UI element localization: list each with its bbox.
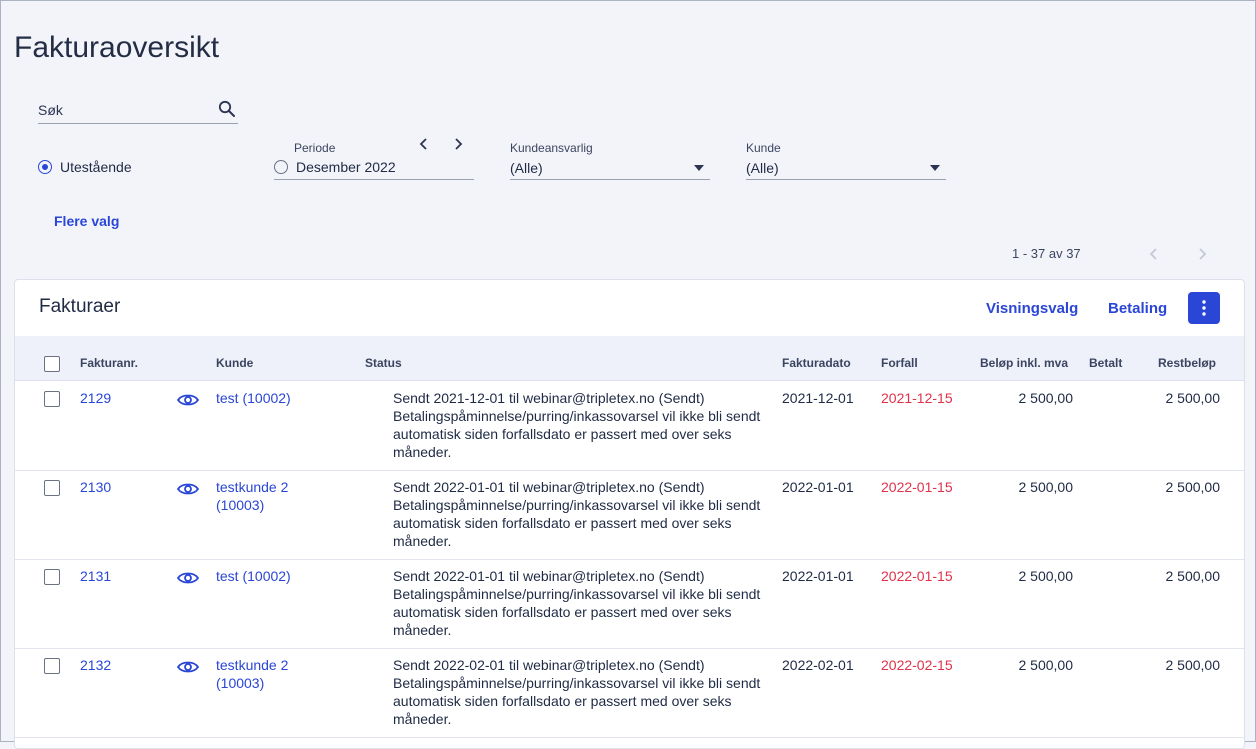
eye-icon[interactable] [176,660,200,679]
status-sent: Sendt 2021-12-01 til webinar@tripletex.n… [393,390,705,406]
status-text: Sendt 2022-01-01 til webinar@tripletex.n… [393,567,773,639]
customer-link[interactable]: testkunde 2 (10003) [216,656,336,692]
customer-value: (Alle) [746,160,779,176]
row-checkbox[interactable] [44,391,60,407]
table-row[interactable]: 2131 test (10002) Sendt 2022-01-01 til w… [15,559,1244,649]
status-text: Sendt 2022-02-01 til webinar@tripletex.n… [393,656,773,728]
chevron-left-icon [1149,248,1157,260]
invoice-number-link[interactable]: 2131 [80,567,111,585]
page-title: Fakturaoversikt [14,31,220,64]
amount: 2 500,00 [1018,479,1074,495]
status-sent: Sendt 2022-02-01 til webinar@tripletex.n… [393,657,705,673]
status-reminder-note: Betalingspåminnelse/purring/inkassovarse… [393,408,761,460]
period-prev-button[interactable] [419,137,429,156]
table-header: Fakturanr. Kunde Status Fakturadato Forf… [15,336,1244,381]
status-sent: Sendt 2022-01-01 til webinar@tripletex.n… [393,479,705,495]
status-text: Sendt 2022-01-01 til webinar@tripletex.n… [393,478,773,550]
account-manager-value: (Alle) [510,160,543,176]
customer-link[interactable]: testkunde 2 (10003) [216,478,336,514]
caret-down-icon [694,165,704,171]
radio-selected-icon [38,160,52,174]
invoice-date: 2021-12-01 [782,390,854,406]
due-date: 2022-02-15 [881,657,953,673]
invoices-panel: Fakturaer Visningsvalg Betaling Fakturan… [14,279,1245,749]
search-input[interactable] [38,97,208,123]
table-row[interactable]: 2129 test (10002) Sendt 2021-12-01 til w… [15,381,1244,471]
account-manager-select[interactable]: (Alle) [510,157,710,180]
account-manager-label: Kundeansvarlig [510,141,593,155]
search-icon[interactable] [218,100,236,123]
table-row[interactable]: 2130 testkunde 2 (10003) Sendt 2022-01-0… [15,470,1244,560]
due-date: 2022-01-15 [881,568,953,584]
eye-icon[interactable] [176,393,200,412]
chevron-right-icon [1199,248,1207,260]
customer-link[interactable]: test (10002) [216,389,336,407]
radio-unselected-icon [274,160,288,174]
remaining-amount: 2 500,00 [1165,568,1221,584]
status-reminder-note: Betalingspåminnelse/purring/inkassovarse… [393,497,761,549]
status-text: Sendt 2021-12-01 til webinar@tripletex.n… [393,389,773,461]
due-date: 2021-12-15 [881,390,953,406]
search-field[interactable] [38,97,238,124]
status-reminder-note: Betalingspåminnelse/purring/inkassovarse… [393,586,761,638]
invoice-number-link[interactable]: 2130 [80,478,111,496]
row-checkbox[interactable] [44,480,60,496]
eye-icon[interactable] [176,571,200,590]
row-checkbox[interactable] [44,658,60,674]
amount: 2 500,00 [1018,390,1074,406]
period-label: Periode [294,141,336,155]
panel-title: Fakturaer [39,296,121,317]
outstanding-label: Utestående [60,159,132,175]
more-vertical-icon [1202,300,1206,316]
row-checkbox[interactable] [44,569,60,585]
remaining-amount: 2 500,00 [1165,479,1221,495]
view-options-button[interactable]: Visningsvalg [986,300,1078,317]
column-header-invoice-date[interactable]: Fakturadato [782,356,851,370]
amount: 2 500,00 [1018,657,1074,673]
period-field[interactable]: Desember 2022 [274,157,474,180]
pager-next-button[interactable] [1197,246,1207,267]
remaining-amount: 2 500,00 [1165,390,1221,406]
invoice-number-link[interactable]: 2132 [80,656,111,674]
more-actions-button[interactable] [1188,292,1220,324]
column-header-paid[interactable]: Betalt [1089,356,1122,370]
status-reminder-note: Betalingspåminnelse/purring/inkassovarse… [393,675,761,727]
column-header-amount[interactable]: Beløp inkl. mva [980,356,1068,370]
table-row[interactable]: 2132 testkunde 2 (10003) Sendt 2022-02-0… [15,648,1244,738]
period-next-button[interactable] [453,137,463,156]
amount: 2 500,00 [1018,568,1074,584]
status-sent: Sendt 2022-01-01 til webinar@tripletex.n… [393,568,705,584]
pagination-info: 1 - 37 av 37 [1012,246,1081,261]
remaining-amount: 2 500,00 [1165,657,1221,673]
caret-down-icon [930,165,940,171]
chevron-left-icon [419,138,427,150]
customer-label: Kunde [746,141,781,155]
column-header-due[interactable]: Forfall [881,356,918,370]
period-value: Desember 2022 [296,159,396,175]
outstanding-radio[interactable]: Utestående [38,159,132,175]
due-date: 2022-01-15 [881,479,953,495]
select-all-checkbox[interactable] [44,356,60,372]
invoice-date: 2022-01-01 [782,568,854,584]
period-radio[interactable]: Desember 2022 [274,159,396,175]
invoice-date: 2022-02-01 [782,657,854,673]
more-options-link[interactable]: Flere valg [54,213,119,229]
column-header-remaining[interactable]: Restbeløp [1158,356,1216,370]
payment-button[interactable]: Betaling [1108,300,1167,317]
customer-link[interactable]: test (10002) [216,567,336,585]
customer-select[interactable]: (Alle) [746,157,946,180]
column-header-customer[interactable]: Kunde [216,356,253,370]
invoice-number-link[interactable]: 2129 [80,389,111,407]
chevron-right-icon [455,138,463,150]
invoice-date: 2022-01-01 [782,479,854,495]
column-header-status[interactable]: Status [365,356,402,370]
column-header-number[interactable]: Fakturanr. [80,356,138,370]
eye-icon[interactable] [176,482,200,501]
pager-prev-button[interactable] [1149,246,1159,267]
